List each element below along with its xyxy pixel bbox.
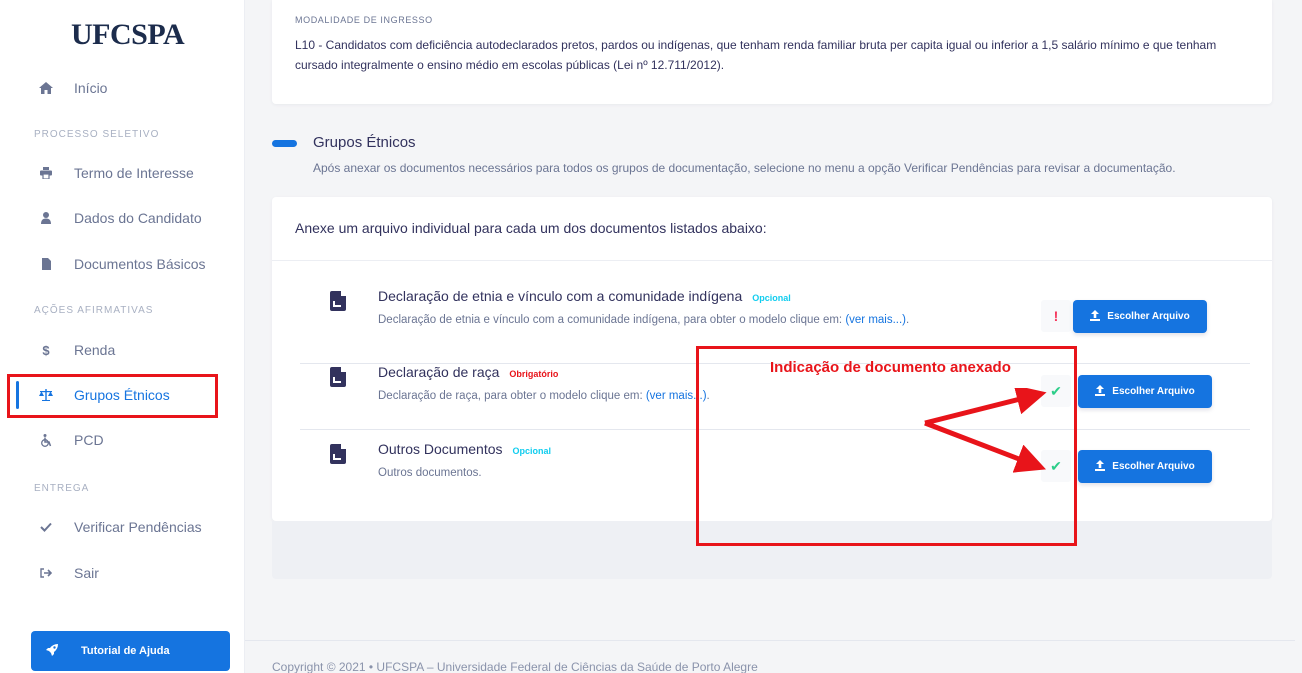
sidebar-item-documentos[interactable]: Documentos Básicos	[0, 252, 245, 276]
sidebar-item-renda[interactable]: $ Renda	[0, 338, 245, 362]
sidebar-item-label: Documentos Básicos	[74, 256, 206, 272]
sidebar-item-label: Dados do Candidato	[74, 210, 202, 226]
file-image-icon	[330, 367, 346, 387]
section-processo-seletivo: PROCESSO SELETIVO	[34, 129, 160, 140]
sidebar-item-sair[interactable]: Sair	[0, 561, 245, 585]
document-title: Declaração de raça Obrigatório	[378, 364, 558, 380]
documents-card-heading: Anexe um arquivo individual para cada um…	[295, 220, 767, 236]
highlight-box	[7, 374, 218, 418]
document-desc: Outros documentos.	[378, 467, 482, 479]
badge-opcional: Opcional	[512, 446, 552, 456]
annotation-arrows-icon	[924, 388, 1047, 473]
document-desc: Declaração de etnia e vínculo com a comu…	[378, 314, 909, 326]
section-entrega: ENTREGA	[34, 483, 90, 494]
footer-text: Copyright © 2021 • UFCSPA – Universidade…	[272, 660, 758, 673]
sidebar: UFCSPA Início PROCESSO SELETIVO Termo de…	[0, 0, 245, 673]
check-icon	[34, 522, 58, 532]
document-desc-text: Declaração de raça, para obter o modelo …	[378, 390, 646, 402]
document-desc: Declaração de raça, para obter o modelo …	[378, 390, 710, 402]
upload-button[interactable]: Escolher Arquivo	[1073, 300, 1207, 333]
sidebar-item-label: Termo de Interesse	[74, 165, 194, 181]
section-acoes-afirmativas: AÇÕES AFIRMATIVAS	[34, 305, 154, 316]
sidebar-item-dados[interactable]: Dados do Candidato	[0, 206, 245, 230]
upload-button[interactable]: Escolher Arquivo	[1078, 450, 1212, 483]
rocket-icon	[45, 643, 59, 660]
wheelchair-icon	[34, 433, 58, 447]
document-title-text: Declaração de etnia e vínculo com a comu…	[378, 288, 743, 304]
ver-mais-link[interactable]: (ver mais...)	[845, 314, 906, 326]
document-title-text: Declaração de raça	[378, 364, 500, 380]
file-image-icon	[330, 444, 346, 464]
annotation-text: Indicação de documento anexado	[770, 359, 1011, 376]
tutorial-button[interactable]: Tutorial de Ajuda	[31, 631, 230, 671]
file-icon	[34, 258, 58, 270]
document-desc-text: Outros documentos.	[378, 467, 482, 479]
sidebar-item-inicio[interactable]: Início	[0, 76, 245, 100]
document-title: Outros Documentos Opcional	[378, 441, 551, 457]
dollar-icon: $	[42, 342, 50, 358]
section-accent-bar	[272, 140, 297, 147]
section-title: Grupos Étnicos	[313, 134, 416, 151]
sidebar-item-label: Verificar Pendências	[74, 519, 202, 535]
upload-button[interactable]: Escolher Arquivo	[1078, 375, 1212, 408]
tutorial-label: Tutorial de Ajuda	[81, 645, 170, 657]
divider	[272, 260, 1272, 261]
badge-obrigatorio: Obrigatório	[509, 369, 559, 379]
upload-icon	[1090, 309, 1101, 324]
sidebar-item-verificar[interactable]: Verificar Pendências	[0, 515, 245, 539]
user-icon	[34, 212, 58, 224]
upload-button-label: Escolher Arquivo	[1112, 461, 1195, 472]
scroll-gutter	[1295, 0, 1302, 673]
sidebar-item-label: Início	[74, 80, 108, 96]
sign-out-icon	[34, 568, 58, 578]
status-pending-icon: !	[1041, 300, 1071, 332]
upload-button-label: Escolher Arquivo	[1112, 386, 1195, 397]
sidebar-item-label: PCD	[74, 432, 104, 448]
document-title: Declaração de etnia e vínculo com a comu…	[378, 288, 791, 304]
file-image-icon	[330, 291, 346, 311]
footer-divider	[245, 640, 1302, 641]
sidebar-item-label: Renda	[74, 342, 116, 358]
document-desc-text: Declaração de etnia e vínculo com a comu…	[378, 314, 846, 326]
badge-opcional: Opcional	[752, 293, 791, 303]
document-desc-end: .	[906, 314, 910, 326]
home-icon	[34, 82, 58, 94]
print-icon	[34, 167, 58, 179]
sidebar-item-pcd[interactable]: PCD	[0, 428, 245, 452]
upload-icon	[1095, 459, 1106, 474]
modalidade-label: MODALIDADE DE INGRESSO	[295, 15, 433, 25]
sidebar-item-termo[interactable]: Termo de Interesse	[0, 161, 245, 185]
upload-button-label: Escolher Arquivo	[1107, 311, 1190, 322]
document-title-text: Outros Documentos	[378, 441, 503, 457]
modalidade-text: L10 - Candidatos com deficiência autodec…	[295, 38, 1217, 72]
logo[interactable]: UFCSPA	[71, 18, 185, 52]
sidebar-item-label: Sair	[74, 565, 99, 581]
upload-icon	[1095, 384, 1106, 399]
section-description: Após anexar os documentos necessários pa…	[313, 161, 1176, 175]
